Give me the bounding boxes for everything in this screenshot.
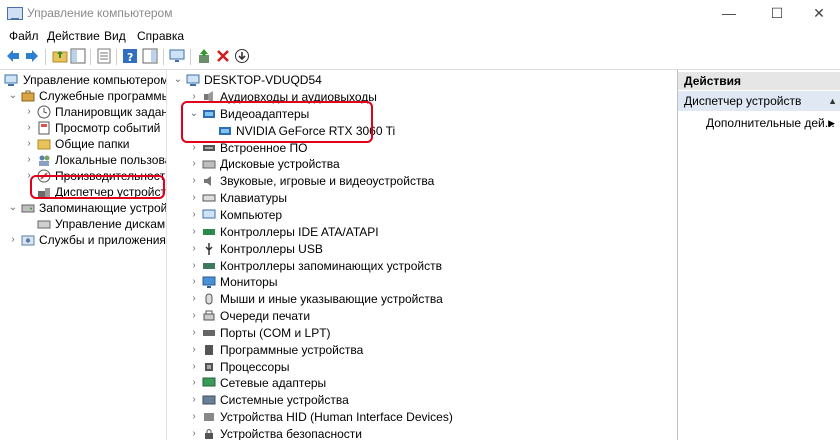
shared-folder-icon [37, 139, 51, 150]
chevron-right-icon[interactable]: › [189, 207, 199, 223]
scan-download-icon[interactable] [234, 48, 250, 64]
mouse-icon [205, 293, 213, 305]
chevron-right-icon[interactable]: › [189, 241, 199, 257]
submenu-arrow-icon[interactable]: ▶ [828, 115, 835, 131]
computer-icon [186, 74, 200, 86]
toolbar: ? [0, 45, 840, 70]
menu-view[interactable]: Вид [104, 29, 126, 43]
chevron-right-icon[interactable]: › [189, 325, 199, 341]
forward-arrow-icon[interactable] [24, 48, 40, 64]
computer-management-icon [7, 7, 23, 20]
printer-icon [203, 310, 215, 321]
title-bar: Управление компьютером — ☐ ✕ [0, 0, 840, 27]
menu-file[interactable]: Файл [9, 29, 39, 43]
highlight-video-adapters [181, 101, 373, 143]
more-actions-link[interactable]: Дополнительные дей... [706, 115, 835, 131]
storage-controller-icon [203, 262, 215, 269]
ide-controller-icon [203, 228, 215, 235]
actions-header: Действия [678, 72, 840, 90]
chevron-right-icon[interactable]: › [189, 359, 199, 375]
sound-icon [204, 176, 211, 187]
computer-icon [202, 209, 216, 219]
port-icon [203, 329, 215, 336]
chevron-right-icon[interactable]: › [8, 232, 18, 248]
computer-management-icon [4, 74, 18, 86]
actions-selected-label: Диспетчер устройств [684, 94, 802, 108]
chevron-right-icon[interactable]: › [189, 156, 199, 172]
chevron-right-icon[interactable]: › [24, 120, 34, 136]
storage-icon [21, 204, 35, 213]
chevron-right-icon[interactable]: › [189, 274, 199, 290]
chevron-right-icon[interactable]: › [189, 224, 199, 240]
minimize-button[interactable]: — [706, 0, 752, 27]
chevron-right-icon[interactable]: › [189, 392, 199, 408]
users-icon [39, 155, 50, 166]
update-driver-icon[interactable] [196, 48, 212, 64]
actions-device-manager[interactable]: Диспетчер устройств ▲ [678, 91, 840, 111]
up-folder-icon[interactable] [52, 48, 68, 64]
software-device-icon [205, 344, 213, 355]
monitor-icon[interactable] [169, 48, 185, 64]
uninstall-x-icon[interactable] [215, 48, 231, 64]
chevron-down-icon[interactable]: ⌄ [8, 200, 18, 216]
chevron-right-icon[interactable]: › [189, 375, 199, 391]
services-icon [21, 235, 35, 246]
chevron-right-icon[interactable]: › [189, 409, 199, 425]
chevron-right-icon[interactable]: › [189, 426, 199, 440]
properties-icon[interactable] [96, 48, 112, 64]
event-viewer-icon [38, 121, 50, 135]
chevron-right-icon[interactable]: › [189, 173, 199, 189]
chevron-right-icon[interactable]: › [189, 258, 199, 274]
chevron-right-icon[interactable]: › [24, 104, 34, 120]
close-button[interactable]: ✕ [796, 0, 840, 27]
window-title: Управление компьютером [27, 6, 173, 20]
menu-help[interactable]: Справка [137, 29, 184, 43]
back-arrow-icon[interactable] [5, 48, 21, 64]
clock-icon [37, 105, 51, 119]
toolbox-icon [21, 90, 35, 102]
menu-action[interactable]: Действие [47, 29, 100, 43]
actions-pane: Действия Диспетчер устройств ▲ Дополните… [677, 70, 840, 440]
security-device-icon [205, 429, 213, 439]
disk-icon [37, 220, 51, 229]
chevron-right-icon[interactable]: › [189, 291, 199, 307]
menu-bar: Файл Действие Вид Справка [0, 27, 840, 45]
chevron-right-icon[interactable]: › [24, 152, 34, 168]
keyboard-icon [202, 194, 216, 202]
help-icon[interactable]: ? [122, 48, 138, 64]
console-tree-icon[interactable] [70, 48, 86, 64]
disk-drive-icon [202, 160, 216, 169]
chevron-down-icon[interactable]: ⌄ [173, 72, 183, 88]
chevron-right-icon[interactable]: › [189, 308, 199, 324]
usb-icon [205, 242, 213, 255]
console-tree-pane: Управление компьютером (л ⌄ Служебные пр… [0, 70, 167, 440]
chevron-down-icon[interactable]: ⌄ [8, 88, 18, 104]
svg-text:?: ? [127, 51, 133, 64]
collapse-up-icon[interactable]: ▲ [828, 91, 837, 111]
highlight-device-manager [30, 175, 165, 199]
monitor-icon [202, 276, 216, 289]
system-device-icon [202, 395, 216, 405]
hid-icon [204, 413, 214, 422]
maximize-button[interactable]: ☐ [754, 0, 800, 27]
cpu-icon [205, 362, 213, 371]
chevron-right-icon[interactable]: › [24, 136, 34, 152]
chevron-right-icon[interactable]: › [189, 342, 199, 358]
chevron-right-icon[interactable]: › [189, 190, 199, 206]
network-adapter-icon [202, 377, 216, 387]
show-hide-icon[interactable] [142, 48, 158, 64]
